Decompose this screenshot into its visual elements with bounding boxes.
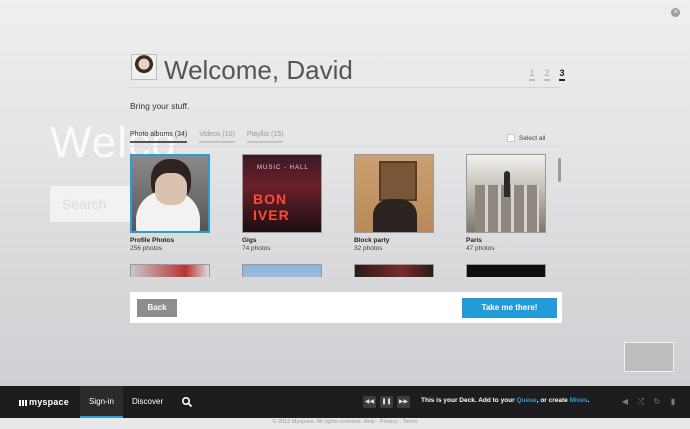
- step-3: 3: [559, 68, 565, 81]
- tab-videos[interactable]: Videos (10): [199, 131, 235, 143]
- album-name: Paris: [466, 237, 482, 244]
- close-icon[interactable]: ✕: [671, 8, 680, 17]
- album-count: 256 photos: [130, 245, 163, 252]
- deck-prefix: This is your Deck. Add to your: [421, 397, 517, 404]
- forward-icon[interactable]: ▶▶: [397, 396, 410, 408]
- album-name: Profile Photos: [130, 237, 175, 244]
- deck-suffix: .: [587, 397, 590, 404]
- rewind-icon[interactable]: ◀◀: [363, 396, 376, 408]
- step-indicator: 1 2 3: [529, 68, 565, 81]
- album-card-row2-1[interactable]: [130, 264, 210, 277]
- album-card-row2-2[interactable]: [242, 264, 322, 277]
- copyright-footer: © 2012 Myspace. All rights reserved. Hel…: [272, 419, 418, 425]
- back-button[interactable]: Back: [137, 299, 177, 317]
- album-card-paris[interactable]: Paris 47 photos: [466, 154, 546, 252]
- bottom-bar: myspace Sign-in Discover ◀◀ ❚❚ ▶▶ This i…: [0, 386, 690, 418]
- tab-photo-albums[interactable]: Photo albums (34): [130, 131, 188, 143]
- volume-icon[interactable]: ◀: [620, 396, 630, 407]
- logo-text: myspace: [29, 397, 69, 407]
- album-card-row2-3[interactable]: [354, 264, 434, 277]
- album-card-profile-photos[interactable]: Profile Photos 256 photos: [130, 154, 210, 252]
- album-card-block-party[interactable]: Block party 32 photos: [354, 154, 434, 252]
- header-divider: [130, 87, 560, 88]
- deck-message: This is your Deck. Add to your Queue, or…: [421, 397, 589, 404]
- album-thumbnail[interactable]: [466, 264, 546, 277]
- welcome-title: Welcome, David: [164, 55, 353, 85]
- nav-signin[interactable]: Sign-in: [80, 386, 123, 418]
- select-all[interactable]: Select all: [507, 134, 545, 142]
- background-search-box: Search: [50, 186, 140, 222]
- queue-link[interactable]: Queue: [516, 397, 536, 404]
- action-panel: Back Take me there!: [130, 292, 562, 323]
- subtitle: Bring your stuff.: [130, 101, 190, 111]
- album-thumbnail[interactable]: [130, 264, 210, 277]
- album-count: 47 photos: [466, 245, 495, 252]
- step-2: 2: [544, 68, 550, 81]
- album-grid: Profile Photos 256 photos MUSIC - HALL B…: [130, 154, 560, 277]
- grid-scrollbar[interactable]: [558, 158, 561, 182]
- deck-middle: , or create: [536, 397, 570, 404]
- album-thumbnail[interactable]: [242, 264, 322, 277]
- repeat-icon[interactable]: ↻: [652, 396, 662, 407]
- shuffle-icon[interactable]: ⤮: [636, 396, 646, 407]
- avatar: [131, 54, 157, 80]
- step-1: 1: [529, 68, 535, 81]
- pause-icon[interactable]: ❚❚: [380, 396, 393, 408]
- album-thumbnail[interactable]: [466, 154, 546, 233]
- album-thumbnail[interactable]: [354, 154, 434, 233]
- mixes-link[interactable]: Mixes: [570, 397, 588, 404]
- gig-sign-top: MUSIC - HALL: [257, 165, 309, 171]
- album-name: Gigs: [242, 237, 257, 244]
- album-card-row2-4[interactable]: [466, 264, 546, 277]
- nav-discover[interactable]: Discover: [132, 386, 163, 418]
- album-thumbnail[interactable]: [354, 264, 434, 277]
- myspace-logo[interactable]: myspace: [19, 397, 69, 407]
- content-tabs: Photo albums (34) Videos (10) Playlist (…: [130, 131, 284, 143]
- tab-playlist[interactable]: Playlist (15): [246, 131, 284, 143]
- album-thumbnail[interactable]: MUSIC - HALL BON IVER: [242, 154, 322, 233]
- myspace-logo-icon: [19, 399, 27, 406]
- player-options: ◀ ⤮ ↻ ▮: [620, 396, 678, 407]
- background-thumbnail: [624, 342, 674, 372]
- album-count: 74 photos: [242, 245, 271, 252]
- album-name: Block party: [354, 237, 390, 244]
- tabs-divider: [130, 146, 560, 147]
- album-card-gigs[interactable]: MUSIC - HALL BON IVER Gigs 74 photos: [242, 154, 322, 252]
- gig-sign-main: BON IVER: [253, 191, 290, 223]
- album-thumbnail[interactable]: [130, 154, 210, 233]
- take-me-there-button[interactable]: Take me there!: [462, 298, 557, 318]
- album-count: 32 photos: [354, 245, 383, 252]
- search-icon[interactable]: [181, 396, 193, 408]
- select-all-checkbox[interactable]: [507, 134, 515, 142]
- equalizer-icon[interactable]: ▮: [668, 396, 678, 407]
- select-all-label: Select all: [519, 134, 546, 142]
